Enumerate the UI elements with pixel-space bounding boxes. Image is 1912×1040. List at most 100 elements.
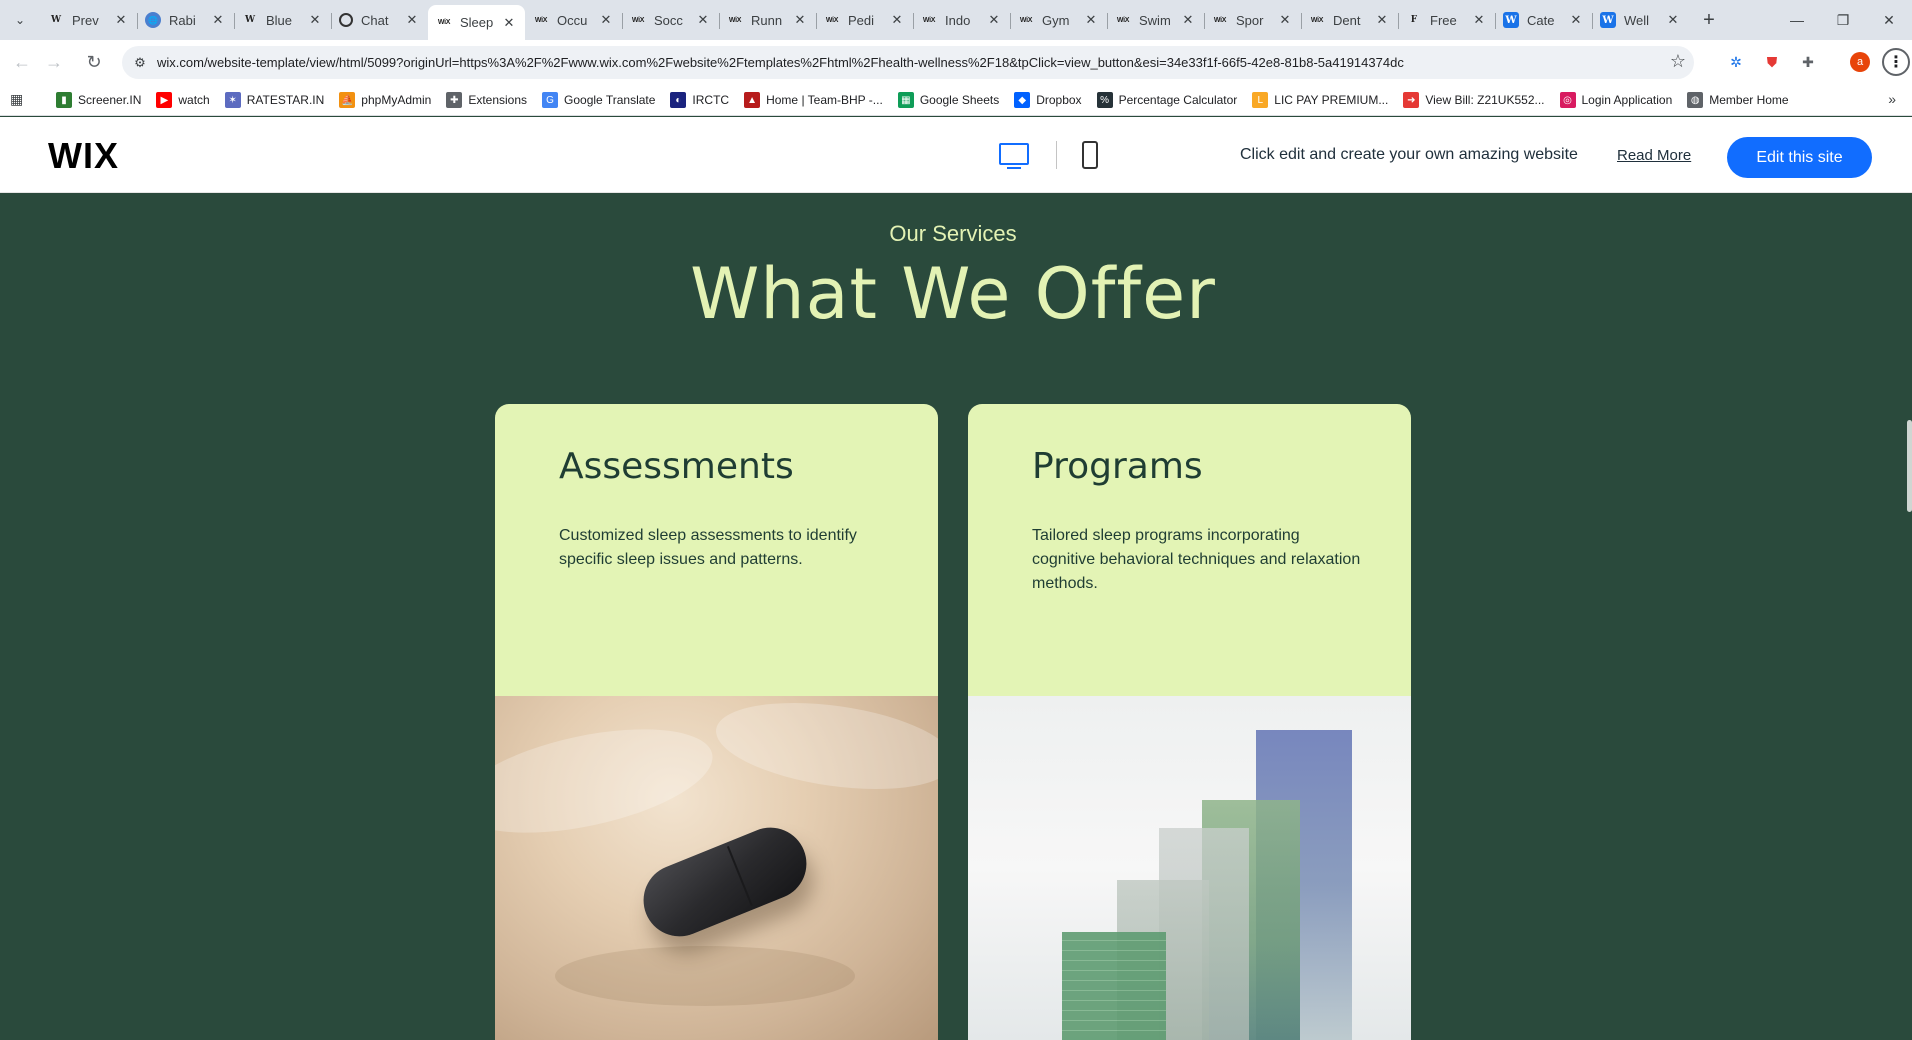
- bookmark-item[interactable]: ▦ Google Sheets: [897, 92, 1000, 108]
- more-bookmarks-icon[interactable]: »: [1888, 91, 1896, 107]
- bookmark-label: IRCTC: [692, 93, 730, 107]
- reload-icon[interactable]: ↻: [80, 48, 108, 76]
- bookmark-item[interactable]: ➜ View Bill: Z21UK552...: [1403, 92, 1545, 108]
- apps-grid-icon[interactable]: ▦: [10, 91, 28, 109]
- browser-tab[interactable]: WiX Socc ✕: [622, 5, 719, 35]
- bookmark-item[interactable]: ✶ RATESTAR.IN: [224, 92, 324, 108]
- bookmark-item[interactable]: ◐ IRCTC: [670, 92, 729, 108]
- browser-tab[interactable]: 🌐 Rabi ✕: [137, 5, 234, 35]
- bill-icon: ➜: [1403, 92, 1420, 108]
- tab-close-icon[interactable]: ✕: [889, 12, 905, 28]
- close-window-button[interactable]: ✕: [1866, 0, 1912, 40]
- wix-logo[interactable]: WIX: [48, 135, 119, 177]
- tab-favicon-icon: WiX: [1116, 16, 1130, 24]
- tab-close-icon[interactable]: ✕: [1568, 12, 1584, 28]
- browser-tab[interactable]: W Cate ✕: [1495, 5, 1592, 35]
- new-tab-button[interactable]: +: [1695, 6, 1723, 34]
- browser-tab[interactable]: WiX Dent ✕: [1301, 5, 1398, 35]
- url-text[interactable]: wix.com/website-template/view/html/5099?…: [157, 55, 1404, 70]
- tab-search-chevron-icon[interactable]: ⌄: [8, 8, 32, 32]
- tab-close-icon[interactable]: ✕: [1665, 12, 1681, 28]
- tab-close-icon[interactable]: ✕: [695, 12, 711, 28]
- bookmark-item[interactable]: ✚ Extensions: [446, 92, 527, 108]
- wix-preview-header: WIX Click edit and create your own amazi…: [0, 117, 1912, 193]
- bookmark-item[interactable]: ◎ Login Application: [1559, 92, 1672, 108]
- extension-globe-icon[interactable]: ✲: [1724, 50, 1748, 74]
- profile-avatar[interactable]: a: [1850, 52, 1870, 72]
- browser-tab[interactable]: WiX Sleep ✕: [428, 5, 525, 40]
- browser-menu-icon[interactable]: ⋮: [1882, 48, 1910, 76]
- edit-site-button[interactable]: Edit this site: [1727, 137, 1872, 178]
- tab-favicon-icon: W: [244, 15, 256, 25]
- site-info-icon[interactable]: ⚙: [130, 53, 150, 73]
- desktop-view-icon[interactable]: [999, 143, 1029, 169]
- bookmark-label: Google Sheets: [919, 93, 1000, 107]
- browser-tab[interactable]: W Prev ✕: [40, 5, 137, 35]
- tab-close-icon[interactable]: ✕: [1277, 12, 1293, 28]
- card-description: Customized sleep assessments to identify…: [559, 527, 857, 568]
- tab-close-icon[interactable]: ✕: [1471, 12, 1487, 28]
- page-scrollbar-thumb[interactable]: [1907, 420, 1912, 512]
- back-arrow-icon[interactable]: ←: [8, 48, 36, 76]
- bookmark-label: LIC PAY PREMIUM...: [1274, 93, 1389, 107]
- card-title: Programs: [1032, 446, 1203, 487]
- bookmark-item[interactable]: ⛵ phpMyAdmin: [339, 92, 431, 108]
- bookmark-label: Dropbox: [1036, 93, 1082, 107]
- section-subtitle: Our Services: [889, 221, 1017, 246]
- page-scrollbar[interactable]: [1906, 193, 1912, 1040]
- read-more-link[interactable]: Read More: [1617, 147, 1691, 164]
- service-card-programs[interactable]: Programs Tailored sleep programs incorpo…: [968, 404, 1411, 1040]
- browser-tab[interactable]: WiX Spor ✕: [1204, 5, 1301, 35]
- extensions-puzzle-icon[interactable]: ✚: [1796, 50, 1820, 74]
- browser-tab[interactable]: WiX Indo ✕: [913, 5, 1010, 35]
- address-bar[interactable]: ⚙ wix.com/website-template/view/html/509…: [122, 46, 1694, 79]
- section-title: What We Offer: [690, 253, 1216, 335]
- bookmark-star-icon[interactable]: ☆: [1670, 51, 1686, 72]
- wix-tagline: Click edit and create your own amazing w…: [1240, 146, 1578, 163]
- tab-favicon-icon: WiX: [631, 16, 645, 24]
- restore-button[interactable]: ❐: [1820, 0, 1866, 40]
- tab-close-icon[interactable]: ✕: [1083, 12, 1099, 28]
- browser-tab[interactable]: F Free ✕: [1398, 5, 1495, 35]
- bookmark-item[interactable]: % Percentage Calculator: [1096, 92, 1237, 108]
- browser-tab[interactable]: WiX Pedi ✕: [816, 5, 913, 35]
- browser-tab[interactable]: WiX Occu ✕: [525, 5, 622, 35]
- tab-close-icon[interactable]: ✕: [986, 12, 1002, 28]
- tab-favicon-icon: W: [1503, 12, 1519, 28]
- browser-tab[interactable]: Chat ✕: [331, 5, 428, 35]
- bookmark-item[interactable]: G Google Translate: [542, 92, 655, 108]
- bookmark-item[interactable]: ◆ Dropbox: [1014, 92, 1082, 108]
- tab-close-icon[interactable]: ✕: [501, 15, 517, 31]
- browser-tab[interactable]: WiX Swim ✕: [1107, 5, 1204, 35]
- tab-close-icon[interactable]: ✕: [792, 12, 808, 28]
- window-controls: — ❐ ✕: [1774, 0, 1912, 40]
- tab-close-icon[interactable]: ✕: [1180, 12, 1196, 28]
- tab-close-icon[interactable]: ✕: [404, 12, 420, 28]
- tab-close-icon[interactable]: ✕: [210, 12, 226, 28]
- bookmark-list: ▮ Screener.IN ▶ watch ✶ RATESTAR.IN ⛵ phpMyAdmi…: [56, 84, 1804, 116]
- minimize-button[interactable]: —: [1774, 0, 1820, 40]
- bookmark-item[interactable]: ▮ Screener.IN: [56, 92, 141, 108]
- bookmark-item[interactable]: ▶ watch: [156, 92, 210, 108]
- browser-tab[interactable]: WiX Runn ✕: [719, 5, 816, 35]
- tab-close-icon[interactable]: ✕: [1374, 12, 1390, 28]
- tab-close-icon[interactable]: ✕: [598, 12, 614, 28]
- tab-title: Rabi: [169, 12, 196, 28]
- service-card-assessments[interactable]: Assessments Customized sleep assessments…: [495, 404, 938, 1040]
- mobile-view-icon[interactable]: [1082, 141, 1098, 169]
- bookmark-item[interactable]: ◍ Member Home: [1687, 92, 1789, 108]
- tab-close-icon[interactable]: ✕: [307, 12, 323, 28]
- globe-icon: ◍: [1687, 92, 1704, 108]
- browser-tab[interactable]: W Well ✕: [1592, 5, 1689, 35]
- tab-favicon-icon: WiX: [922, 16, 936, 24]
- tab-title: Cate: [1527, 12, 1555, 28]
- tab-close-icon[interactable]: ✕: [113, 12, 129, 28]
- bookmark-item[interactable]: ▲ Home | Team-BHP -...: [744, 92, 883, 108]
- bookmark-item[interactable]: L LIC PAY PREMIUM...: [1252, 92, 1388, 108]
- forward-arrow-icon[interactable]: →: [40, 48, 68, 76]
- extension-shield-icon[interactable]: ⛊: [1760, 50, 1784, 74]
- browser-tab[interactable]: W Blue ✕: [234, 5, 331, 35]
- sheets-icon: ▦: [897, 92, 914, 108]
- browser-tab[interactable]: WiX Gym ✕: [1010, 5, 1107, 35]
- tab-title: Pedi: [848, 12, 875, 28]
